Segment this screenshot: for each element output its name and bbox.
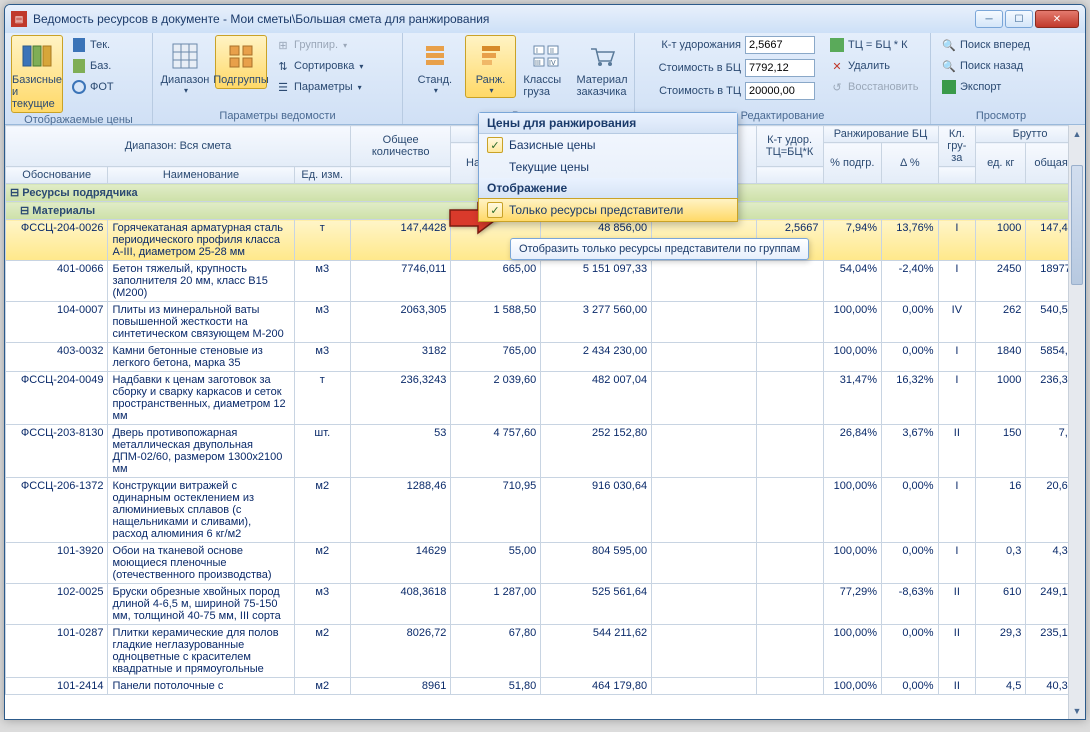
tek-option[interactable]: Тек. [67, 35, 118, 55]
svg-text:III: III [535, 60, 541, 67]
ed-header: Ед. изм. [294, 167, 350, 184]
current-prices-item[interactable]: Текущие цены [479, 156, 737, 178]
k-udor-input[interactable] [745, 36, 815, 54]
svg-text:IV: IV [549, 60, 556, 67]
window-title: Ведомость ресурсов в документе - Мои сме… [33, 12, 975, 26]
search-fwd-icon: 🔍 [941, 37, 957, 53]
delete-icon: ✕ [829, 58, 845, 74]
table-row[interactable]: 102-0025Бруски обрезные хвойных пород дл… [6, 584, 1085, 625]
check-icon: ✓ [487, 137, 503, 153]
sortirovka-button[interactable]: ⇅Сортировка▾ [271, 56, 367, 76]
podgruppy-button[interactable]: Подгруппы [215, 35, 267, 89]
sort-icon: ⇅ [275, 58, 291, 74]
minimize-button[interactable]: ─ [975, 10, 1003, 28]
check-icon: ✓ [487, 202, 503, 218]
table-icon [169, 40, 201, 72]
cart-icon [586, 40, 618, 72]
diapazon-header: Диапазон: Вся смета [6, 126, 351, 167]
base-prices-item[interactable]: ✓Базисные цены [479, 134, 737, 156]
popup-heading: Цены для ранжирования [479, 113, 737, 134]
table-row[interactable]: ФССЦ-204-0049Надбавки к ценам заготовок … [6, 372, 1085, 425]
formula-button[interactable]: ТЦ = БЦ * К [825, 35, 922, 55]
table-row[interactable]: 104-0007Плиты из минеральной ваты повыше… [6, 302, 1085, 343]
table-row[interactable]: ФССЦ-206-1372Конструкции витражей с один… [6, 478, 1085, 543]
calc-icon [829, 37, 845, 53]
vertical-scrollbar[interactable]: ▲ ▼ [1068, 125, 1085, 719]
material-button[interactable]: Материал заказчика [576, 35, 628, 101]
fot-option[interactable]: ФОТ [67, 77, 118, 97]
close-button[interactable]: ✕ [1035, 10, 1079, 28]
columns-icon [21, 40, 53, 72]
scroll-up-button[interactable]: ▲ [1069, 125, 1085, 142]
table-row[interactable]: 101-0287Плитки керамические для полов гл… [6, 625, 1085, 678]
tooltip: Отобразить только ресурсы представители … [510, 238, 809, 260]
popup-heading: Отображение [479, 178, 737, 199]
ranzh-dropdown: Цены для ранжирования ✓Базисные цены Тек… [478, 112, 738, 222]
prices-basic-current-button[interactable]: Базисные и текущие [11, 35, 63, 113]
maximize-button[interactable]: ☐ [1005, 10, 1033, 28]
search-forward-button[interactable]: 🔍Поиск вперед [937, 35, 1034, 55]
export-button[interactable]: Экспорт [937, 77, 1034, 97]
app-window: ▤ Ведомость ресурсов в документе - Мои с… [4, 4, 1086, 720]
app-icon: ▤ [11, 11, 27, 27]
group-label: Просмотр [937, 109, 1065, 124]
k-udor-label: К-т удорожания [641, 39, 741, 51]
kudor-header: К-т удор.ТЦ=БЦ*К [756, 126, 823, 167]
search-back-button[interactable]: 🔍Поиск назад [937, 56, 1034, 76]
column-icon [71, 37, 87, 53]
delta-header: Δ % [882, 143, 938, 184]
params-icon: ☰ [275, 79, 291, 95]
export-icon [941, 79, 957, 95]
table-row[interactable]: ФССЦ-203-8130Дверь противопожарная метал… [6, 425, 1085, 478]
bc-label: Стоимость в БЦ [641, 62, 741, 74]
bc-input[interactable] [745, 59, 815, 77]
circle-icon [71, 79, 87, 95]
kol-header: Общее количество [351, 126, 451, 167]
svg-text:II: II [550, 48, 554, 55]
stand-button[interactable]: Станд.▾ [409, 35, 461, 98]
klassy-button[interactable]: IIIIIIIV Классы груза [520, 35, 572, 101]
delete-button[interactable]: ✕Удалить [825, 56, 922, 76]
tree-icon: ⊞ [275, 37, 291, 53]
table-row[interactable]: 101-2414Панели потолочные см2896151,8046… [6, 678, 1085, 695]
table-row[interactable]: 401-0066Бетон тяжелый, крупность заполни… [6, 261, 1085, 302]
group-icon [225, 40, 257, 72]
diapazon-button[interactable]: Диапазон▾ [159, 35, 211, 98]
group-label: Параметры ведомости [159, 109, 396, 124]
scroll-down-button[interactable]: ▼ [1069, 702, 1085, 719]
table-row[interactable]: 101-3920Обои на тканевой основе моющиеся… [6, 543, 1085, 584]
class-icon: IIIIIIIV [530, 40, 562, 72]
tc-label: Стоимость в ТЦ [641, 85, 741, 97]
podgr-header: % подгр. [823, 143, 882, 184]
restore-icon: ↺ [829, 79, 845, 95]
tc-input[interactable] [745, 82, 815, 100]
rank-icon [475, 40, 507, 72]
svg-text:I: I [536, 48, 538, 55]
titlebar: ▤ Ведомость ресурсов в документе - Мои с… [5, 5, 1085, 33]
ranzh-button[interactable]: Ранж.▾ [465, 35, 517, 98]
naimen-header: Наименование [108, 167, 294, 184]
obosn-header: Обоснование [6, 167, 108, 184]
gruppir-button: ⊞Группир.▾ [271, 35, 367, 55]
kl-header: Кл.гру-за [938, 126, 976, 167]
parametry-button[interactable]: ☰Параметры▾ [271, 77, 367, 97]
restore-button: ↺Восстановить [825, 77, 922, 97]
column-icon [71, 58, 87, 74]
ranzh-header: Ранжирование БЦ [823, 126, 938, 143]
check-icon [487, 159, 503, 175]
baz-option[interactable]: Баз. [67, 56, 118, 76]
edkg-header: ед. кг [976, 143, 1026, 184]
search-back-icon: 🔍 [941, 58, 957, 74]
only-reps-item[interactable]: ✓Только ресурсы представители [478, 198, 738, 222]
table-row[interactable]: 403-0032Камни бетонные стеновые из легко… [6, 343, 1085, 372]
scroll-thumb[interactable] [1071, 165, 1083, 285]
bars-icon [419, 40, 451, 72]
